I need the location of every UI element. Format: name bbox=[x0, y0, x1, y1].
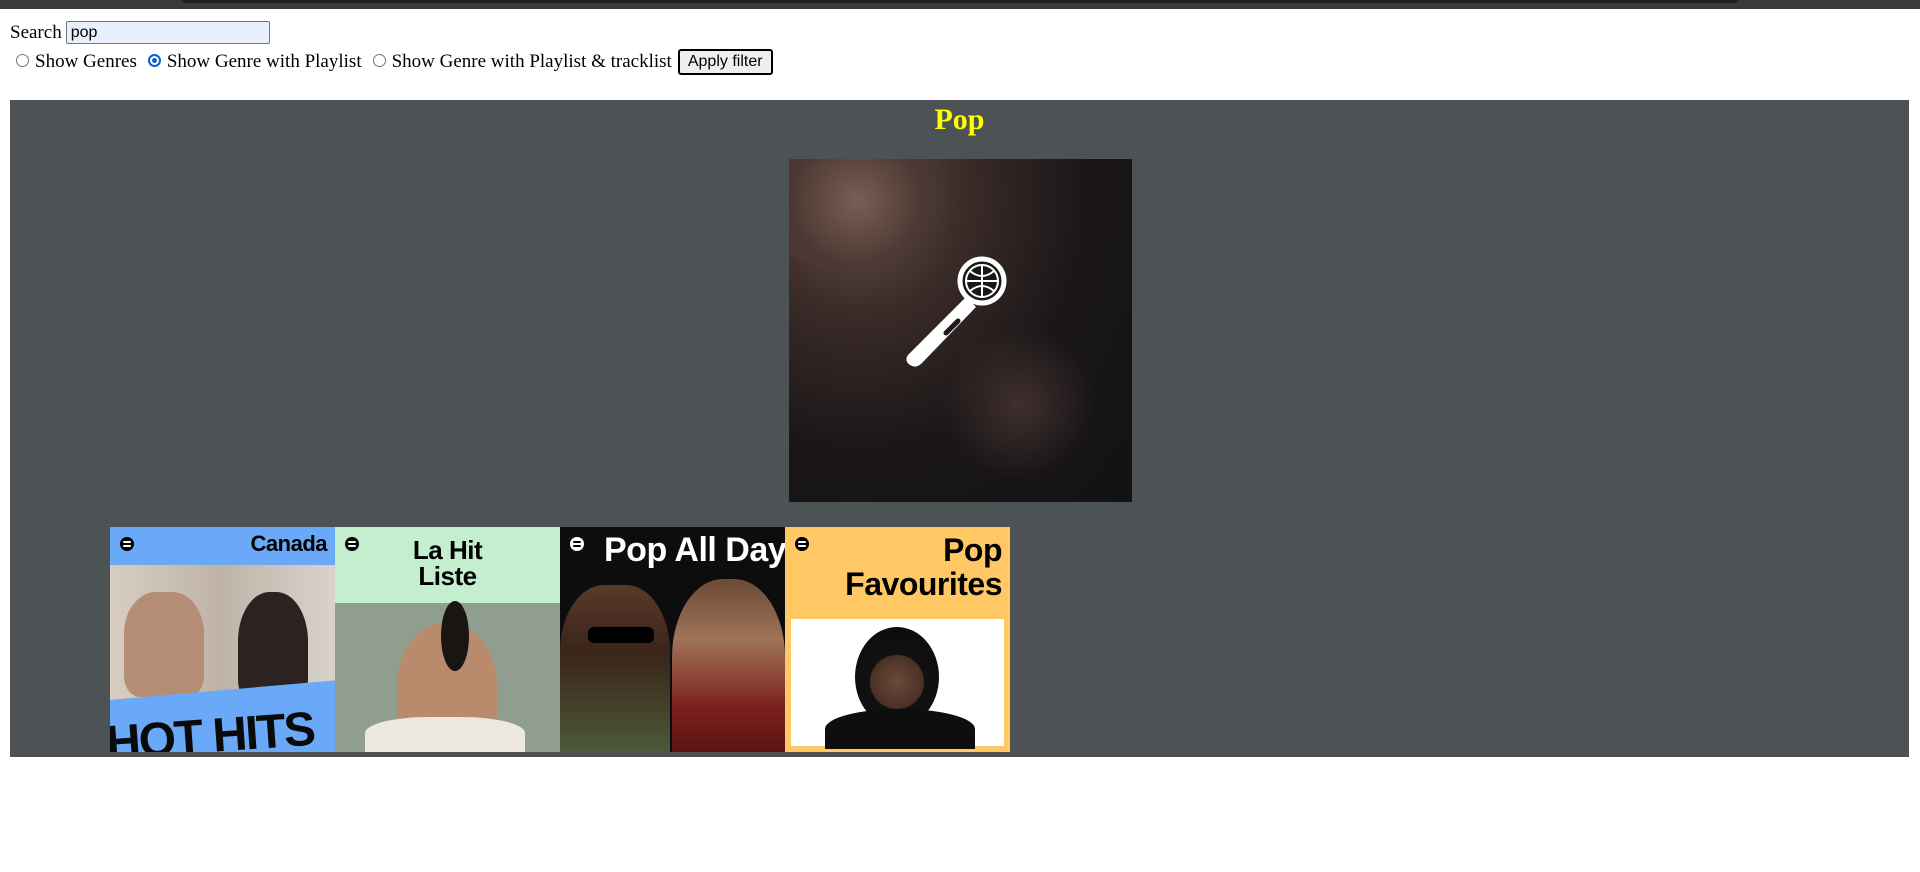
artist-shirt bbox=[365, 717, 525, 752]
show-genres-radio[interactable] bbox=[16, 53, 29, 67]
playlist-card-la-hit-liste[interactable]: La Hit Liste bbox=[335, 527, 560, 752]
playlist-title: Canada bbox=[250, 531, 328, 556]
show-genre-with-playlist-tracklist-radio[interactable] bbox=[372, 53, 386, 67]
playlist-title-line1: La Hit bbox=[412, 535, 483, 565]
filter-row: Show Genres Show Genre with Playlist Sho… bbox=[10, 48, 773, 76]
scrollbar-thumb[interactable] bbox=[182, 0, 1738, 3]
show-genre-with-playlist-tracklist-label[interactable]: Show Genre with Playlist & tracklist bbox=[392, 51, 672, 73]
spotify-icon bbox=[795, 537, 809, 551]
spotify-icon bbox=[570, 537, 584, 551]
show-genre-with-playlist-label[interactable]: Show Genre with Playlist bbox=[167, 51, 362, 73]
playlist-row: Canada HOT HITS La Hit Liste Pop All Day bbox=[110, 527, 1010, 752]
artist-photo bbox=[672, 579, 785, 752]
genre-title: Pop bbox=[934, 103, 985, 136]
artist-body bbox=[825, 709, 975, 749]
artist-photo bbox=[560, 585, 670, 752]
playlist-title-line1: Pop bbox=[943, 532, 1002, 568]
search-label: Search bbox=[10, 21, 62, 43]
search-input[interactable] bbox=[65, 21, 270, 44]
genre-panel: Pop Canada HOT HITS La Hit Liste Pop All… bbox=[10, 100, 1909, 757]
artist-hair bbox=[441, 601, 469, 671]
show-genres-label[interactable]: Show Genres bbox=[35, 51, 137, 73]
playlist-card-pop-favourites[interactable]: Pop Favourites bbox=[785, 527, 1010, 752]
playlist-title: La Hit Liste bbox=[335, 537, 560, 589]
search-row: Search bbox=[10, 18, 270, 47]
artist-photo bbox=[124, 592, 204, 697]
show-genre-with-playlist-radio[interactable] bbox=[147, 53, 161, 67]
browser-top-bar bbox=[0, 0, 1920, 9]
playlist-title-line2: Favourites bbox=[845, 566, 1002, 602]
genre-image bbox=[789, 159, 1132, 502]
microphone-icon bbox=[906, 256, 1007, 367]
playlist-title: Pop All Day bbox=[604, 531, 785, 569]
apply-filter-button[interactable]: Apply filter bbox=[677, 49, 773, 75]
playlist-card-hot-hits-canada[interactable]: Canada HOT HITS bbox=[110, 527, 335, 752]
playlist-card-pop-all-day[interactable]: Pop All Day bbox=[560, 527, 785, 752]
artist-sunglasses bbox=[588, 627, 654, 643]
playlist-title: Pop Favourites bbox=[845, 533, 1002, 601]
playlist-title-line2: Liste bbox=[418, 561, 477, 591]
spotify-icon bbox=[120, 537, 134, 551]
